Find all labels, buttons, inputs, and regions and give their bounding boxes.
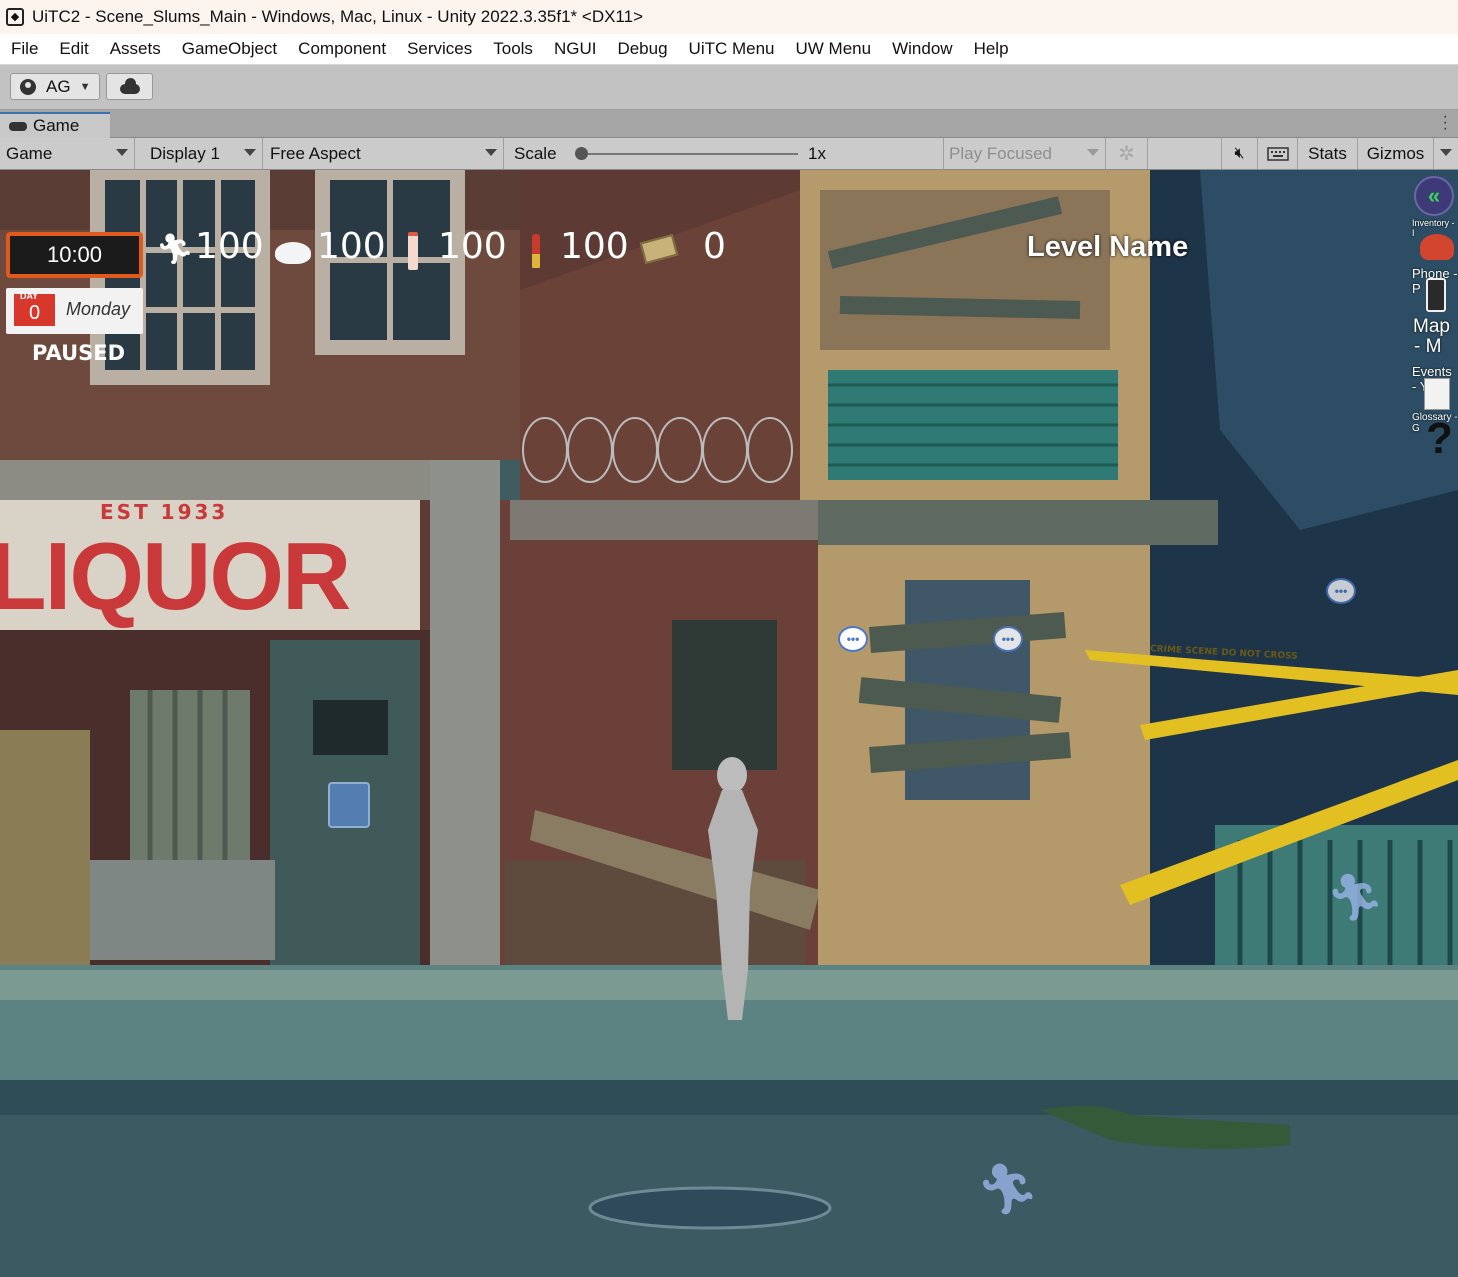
stats-button[interactable]: Stats [1298,138,1358,169]
tab-game-label: Game [33,116,80,135]
aspect-label: Free Aspect [270,143,361,163]
door-enter-icon[interactable] [328,782,370,828]
gear-icon[interactable]: ✲ [1106,138,1148,169]
tab-game[interactable]: Game [0,112,110,138]
chevron-down-icon [1087,149,1099,156]
scale-slider-track[interactable] [582,153,798,155]
drink-icon [408,232,418,270]
menu-tools[interactable]: Tools [482,39,543,59]
window-title-bar: ◆ UiTC2 - Scene_Slums_Main - Windows, Ma… [0,0,1458,34]
day-label: DAY [20,291,39,301]
menu-assets[interactable]: Assets [99,39,171,59]
chat-bubble-icon[interactable]: ••• [1326,578,1356,604]
sign-est-text: EST 1933 [100,500,229,524]
paused-status: PAUSED [32,341,126,365]
keyboard-icon[interactable] [1258,138,1298,169]
gizmos-dropdown[interactable] [1434,138,1458,169]
scale-label: Scale [514,143,557,163]
menu-file[interactable]: File [0,39,48,59]
food-icon [275,242,311,264]
unity-logo-icon: ◆ [6,8,24,26]
stats-label: Stats [1308,143,1347,163]
user-icon [20,78,36,95]
calendar-widget: DAY 0 Monday [6,288,143,334]
question-mark-icon[interactable]: ? [1426,414,1453,464]
walk-exit-icon[interactable]: 🏃︎ [976,1160,1039,1219]
menu-component[interactable]: Component [287,39,396,59]
aspect-dropdown[interactable]: Free Aspect [263,138,504,169]
sign-liquor-text: LIQUOR [0,523,351,630]
slums-background [0,170,1458,1277]
phone-icon[interactable] [1426,278,1446,312]
mode-label: Game [6,143,53,163]
play-mode-label: Play Focused [949,143,1052,163]
chat-bubble-icon[interactable]: ••• [993,626,1023,652]
scale-value: 1x [808,144,826,163]
menu-uitc[interactable]: UiTC Menu [678,39,785,59]
tab-bar: Game · · · [0,109,1458,138]
stat-money-value: 0 [703,226,726,267]
back-arrows-icon[interactable]: « [1414,176,1454,216]
clock-display: 10:00 [6,232,143,278]
time-text: 10:00 [46,242,103,267]
chevron-down-icon [244,149,256,156]
mode-dropdown[interactable]: Game [0,138,135,169]
mute-icon[interactable]: 🔇︎ [1222,138,1258,169]
lipstick-icon [532,234,540,268]
map-label[interactable]: Map [1413,316,1450,338]
chevron-down-icon [1440,149,1452,156]
map-key-label[interactable]: - M [1414,336,1441,358]
gizmos-button[interactable]: Gizmos [1358,138,1434,169]
stat-energy-value: 100 [195,226,264,267]
events-note-icon[interactable] [1424,378,1450,410]
spacer [1148,138,1222,169]
scale-slider-handle[interactable] [575,147,588,160]
account-dropdown[interactable]: AG ▼ [10,73,100,100]
cloud-icon [119,77,140,94]
inventory-bag-icon[interactable] [1420,234,1454,260]
chevron-down-icon [116,149,128,156]
chevron-down-icon [485,149,497,156]
account-label: AG [46,76,71,96]
gamepad-icon [9,121,27,131]
stat-food-value: 100 [317,226,386,267]
menu-debug[interactable]: Debug [606,39,677,59]
running-icon: 🏃︎ [156,232,195,267]
stat-drink-value: 100 [438,226,507,267]
menu-gameobject[interactable]: GameObject [171,39,287,59]
menu-services[interactable]: Services [396,39,482,59]
gizmos-label: Gizmos [1366,143,1425,163]
chevron-down-icon: ▼ [79,80,91,93]
stat-lipstick-value: 100 [560,226,629,267]
more-options-icon[interactable]: · · · [1443,109,1448,137]
level-name: Level Name [1027,231,1189,263]
chat-bubble-icon[interactable]: ••• [838,626,868,652]
main-toolbar: AG ▼ [0,65,1458,110]
menu-window[interactable]: Window [881,39,962,59]
window-title: UiTC2 - Scene_Slums_Main - Windows, Mac,… [32,7,644,26]
game-view-controls: Game Display 1 Free Aspect Scale 1x Play… [0,138,1458,170]
cloud-button[interactable] [106,73,153,100]
menu-bar: File Edit Assets GameObject Component Se… [0,34,1458,65]
display-dropdown[interactable]: Display 1 [135,138,263,169]
menu-ngui[interactable]: NGUI [543,39,607,59]
walk-exit-icon[interactable]: 🏃︎ [1326,870,1384,925]
menu-edit[interactable]: Edit [48,39,98,59]
weekday-text: Monday [66,299,131,319]
menu-help[interactable]: Help [963,39,1019,59]
game-viewport[interactable]: EST 1933 LIQUOR CRIME SCENE DO NOT CROSS… [0,170,1458,1277]
play-mode-dropdown[interactable]: Play Focused [944,138,1106,169]
display-label: Display 1 [150,143,220,163]
menu-uw[interactable]: UW Menu [785,39,882,59]
